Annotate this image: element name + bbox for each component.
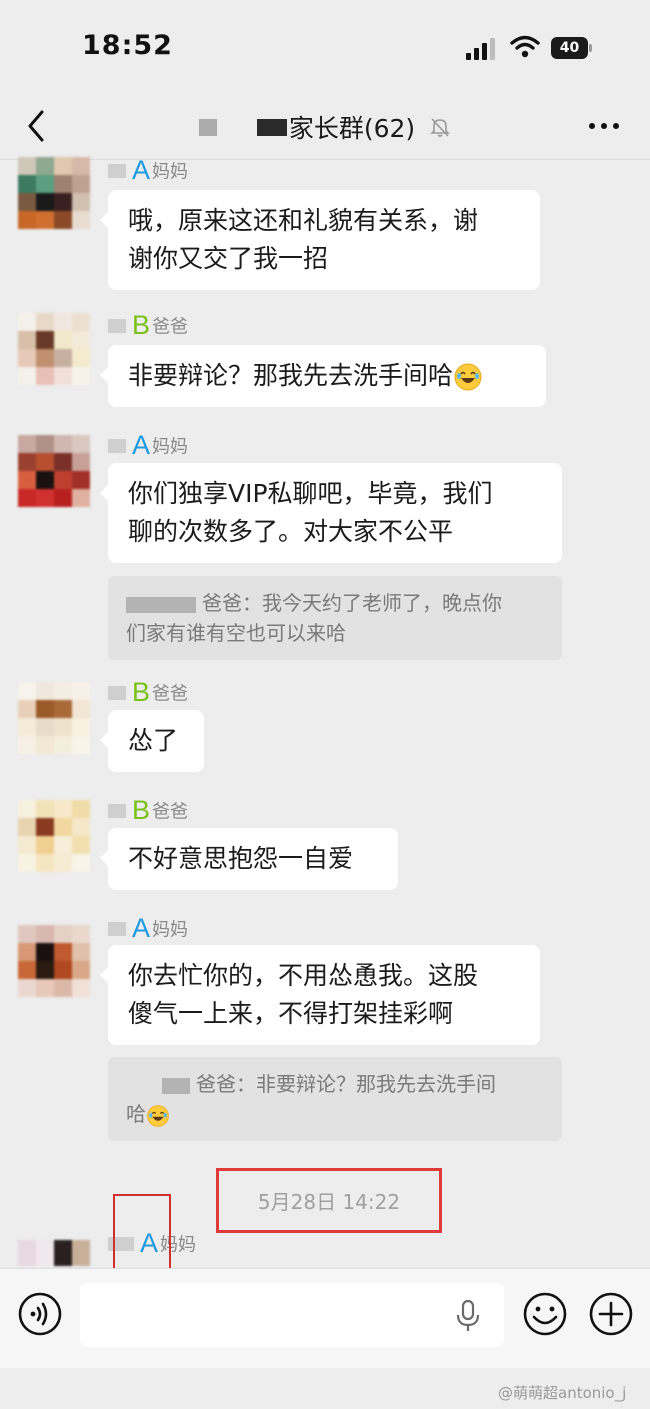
sender-name: B 爸爸 [108,677,188,707]
message-bubble[interactable]: 哦，原来这还和礼貌有关系，谢 谢你又交了我一招 [100,190,540,290]
mute-icon [430,118,451,137]
sender-name: A 妈妈 [108,155,188,185]
message-timestamp: 5月28日 14:22 [257,1190,401,1214]
emoji-icon[interactable] [522,1291,568,1337]
voice-icon[interactable] [17,1291,63,1337]
message-bubble[interactable]: 你们独享VIP私聊吧，毕竟，我们 聊的次数多了。对大家不公平 [100,463,562,563]
avatar[interactable] [18,313,90,385]
sender-name: A 妈妈 [108,430,188,460]
laughing-emoji [454,363,482,391]
avatar[interactable] [18,1240,90,1266]
chat-title-area[interactable]: 家长群(62) [0,109,650,145]
avatar[interactable] [18,800,90,872]
message-bubble[interactable]: 不好意思抱怨一自爱 [100,828,398,890]
status-bar: 18:52 40 [0,0,650,95]
redacted-block [256,118,287,136]
tag-highlight-box [113,1194,171,1274]
avatar[interactable] [18,435,90,507]
quoted-message[interactable]: 爸爸：非要辩论？那我先去洗手间 哈 [108,1057,562,1141]
input-bar [0,1268,650,1368]
battery-level: 40 [551,37,588,59]
wifi-icon [510,35,540,58]
chat-header: 家长群(62) [0,95,650,160]
redacted-block [198,118,217,136]
battery-indicator: 40 [551,37,593,59]
watermark-text: @萌萌超antonio_j [498,1384,627,1402]
message-input[interactable] [80,1283,504,1347]
page-title: 家长群(62) [288,114,416,143]
message-bubble[interactable]: 非要辩论？那我先去洗手间哈 [100,345,546,407]
sender-name: B 爸爸 [108,795,188,825]
avatar[interactable] [18,925,90,997]
more-icon[interactable] [588,121,620,131]
quoted-message[interactable]: 爸爸：我今天约了老师了，晚点你 们家有谁有空也可以来哈 [108,576,562,660]
sender-name: B 爸爸 [108,310,188,340]
message-bubble[interactable]: 你去忙你的，不用怂恿我。这股 傻气一上来，不得打架挂彩啊 [100,945,540,1045]
sender-name: A 妈妈 [108,913,188,943]
status-time: 18:52 [82,30,173,61]
mic-icon[interactable] [455,1299,481,1333]
message-bubble[interactable]: 怂了 [100,710,204,772]
laughing-emoji [147,1104,169,1127]
add-icon[interactable] [588,1291,634,1337]
timestamp-highlight: 5月28日 14:22 [216,1168,442,1233]
signal-icon [466,38,495,60]
avatar[interactable] [18,682,90,754]
avatar[interactable] [18,157,90,229]
